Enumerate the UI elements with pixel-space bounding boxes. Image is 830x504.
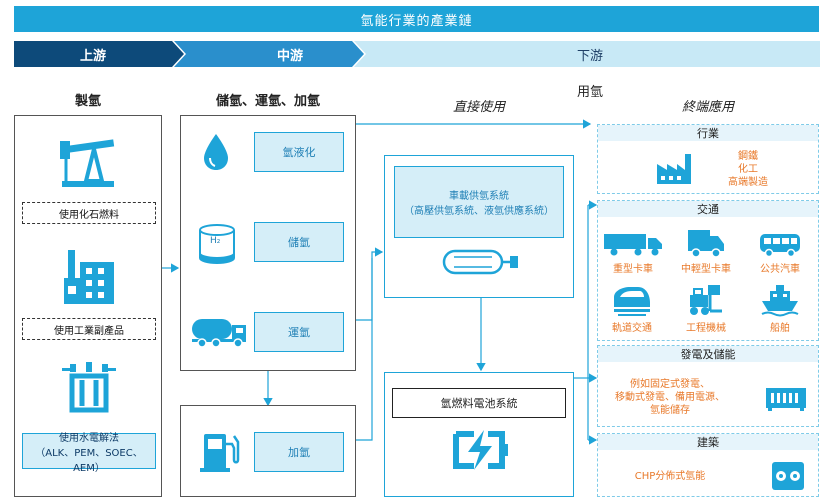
label-electrolysis: 使用水電解法 （ALK、PEM、SOEC、AEM）: [22, 433, 156, 474]
label-industrial-byproduct: 使用工業副產品: [22, 318, 156, 340]
vehicle-supply-line1: 車載供氫系統: [449, 191, 509, 202]
transport-machinery: 工程機械: [686, 323, 726, 334]
box-transport: 運氫: [254, 312, 344, 352]
transport-heavy-truck: 重型卡車: [613, 264, 653, 275]
industry-manufacturing: 高端製造: [728, 177, 768, 188]
industry-steel: 鋼鐵: [738, 151, 758, 162]
power-text: 例如固定式發電、 移動式發電、備用電源、 氫能儲存: [604, 378, 736, 417]
ship-icon: [761, 285, 799, 317]
box-vehicle-supply: 車載供氫系統 （高壓供氫系統、液氫供應系統）: [394, 166, 564, 238]
industry-chemical: 化工: [738, 164, 758, 175]
bus-icon: [760, 234, 800, 258]
label-fossil-fuel: 使用化石燃料: [22, 202, 156, 224]
transport-rail: 軌道交通: [612, 323, 652, 334]
electrolysis-line1: 使用水電解法: [59, 432, 119, 444]
hydrogen-cylinder-icon: [442, 249, 518, 275]
fuel-pump-icon: [200, 434, 240, 472]
tanker-truck-icon: [192, 319, 246, 348]
electrolysis-line2: （ALK、PEM、SOEC、AEM）: [35, 447, 143, 474]
building-chp: CHP分佈式氫能: [634, 471, 706, 482]
heading-industry: 行業: [598, 125, 818, 141]
transport-bus: 公共汽車: [760, 264, 800, 275]
power-line1: 例如固定式發電、: [630, 379, 710, 390]
heavy-truck-icon: [604, 234, 662, 256]
battery-charge-icon: [453, 430, 508, 470]
industry-list: 鋼鐵 化工 高端製造: [716, 150, 780, 189]
power-line2: 移動式發電、備用電源、: [615, 392, 725, 403]
heading-power: 發電及儲能: [598, 346, 818, 362]
box-refueling: 加氫: [254, 432, 344, 472]
power-storage-icon: [766, 388, 806, 411]
forklift-icon: [690, 285, 722, 315]
factory-icon: [657, 154, 691, 184]
transport-light-truck: 中輕型卡車: [681, 264, 731, 275]
train-icon: [614, 287, 650, 316]
transport-ship: 船舶: [770, 323, 790, 334]
electrolyzer-icon: [62, 362, 116, 413]
vehicle-supply-line2: （高壓供氫系統、液氫供應系統）: [404, 206, 554, 217]
box-storage: 儲氫: [254, 222, 344, 262]
chp-unit-icon: [772, 462, 804, 490]
box-liquefaction: 氫液化: [254, 132, 344, 172]
heading-transport: 交通: [598, 201, 818, 217]
box-fuel-cell: 氫燃料電池系統: [392, 388, 566, 418]
oil-pump-icon: [60, 139, 115, 187]
light-truck-icon: [688, 230, 724, 258]
liquid-drop-icon: [204, 134, 228, 170]
h2-label: H₂: [210, 236, 221, 246]
factory-building-icon: [64, 250, 114, 304]
power-line3: 氫能儲存: [650, 405, 690, 416]
heading-building: 建築: [598, 434, 818, 450]
